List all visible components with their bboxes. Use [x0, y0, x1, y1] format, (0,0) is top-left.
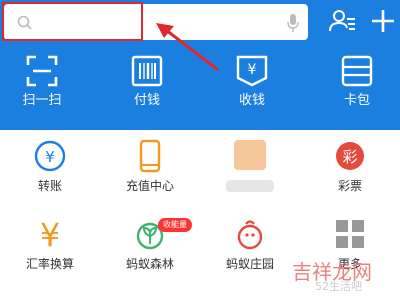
grid-label: 蚂蚁森林 — [125, 257, 174, 271]
microphone-icon[interactable] — [286, 13, 300, 33]
contacts-icon[interactable] — [328, 6, 358, 36]
grid-item-transfer[interactable]: ¥ 转账 — [0, 138, 100, 208]
receive-glyph: ¥ — [248, 62, 257, 78]
barcode-icon — [131, 55, 163, 87]
grid-item-exchange[interactable]: ¥ 汇率换算 — [0, 216, 100, 286]
quick-pay[interactable]: 付钱 — [107, 54, 187, 120]
phone-topup-icon — [139, 139, 161, 173]
quick-label: 卡包 — [343, 93, 370, 108]
transfer-icon: ¥ — [34, 140, 66, 172]
grid-label: 蚂蚁庄园 — [225, 257, 274, 271]
watermark-sub: 52生活吧 — [315, 280, 362, 293]
grid-label: 汇率换算 — [25, 257, 74, 271]
quick-receive[interactable]: ¥ 收钱 — [212, 54, 292, 120]
search-highlight-box — [2, 2, 143, 41]
exchange-rate-icon: ¥ — [40, 216, 60, 252]
exchange-glyph: ¥ — [40, 216, 60, 252]
scan-icon — [26, 55, 58, 87]
more-grid-icon — [336, 220, 364, 248]
grid-item-blurred[interactable] — [200, 138, 300, 208]
top-header: 扫一扫 付钱 ¥ 收钱 卡包 — [0, 0, 400, 130]
blurred-icon — [234, 140, 266, 170]
grid-item-lottery[interactable]: 彩 彩票 — [300, 138, 400, 208]
card-wallet-icon — [341, 55, 373, 87]
energy-badge: 收能量 — [158, 218, 192, 232]
blurred-label — [226, 180, 274, 192]
quick-label: 收钱 — [238, 93, 265, 108]
lottery-glyph: 彩 — [342, 148, 357, 166]
grid-label: 彩票 — [337, 179, 362, 193]
receive-money-icon: ¥ — [236, 55, 268, 87]
grid-item-topup[interactable]: 充值中心 — [100, 138, 200, 208]
transfer-glyph: ¥ — [45, 148, 55, 166]
lottery-icon: 彩 — [336, 142, 364, 170]
quick-label: 扫一扫 — [22, 93, 62, 108]
quick-card-wallet[interactable]: 卡包 — [317, 54, 397, 120]
grid-label: 转账 — [37, 179, 62, 193]
quick-label: 付钱 — [133, 93, 160, 108]
grid-item-ant-farm[interactable]: 蚂蚁庄园 — [200, 216, 300, 286]
plus-icon[interactable] — [368, 6, 398, 36]
grid-label: 充值中心 — [125, 179, 174, 193]
quick-scan[interactable]: 扫一扫 — [2, 54, 82, 120]
ant-farm-icon — [237, 220, 263, 250]
